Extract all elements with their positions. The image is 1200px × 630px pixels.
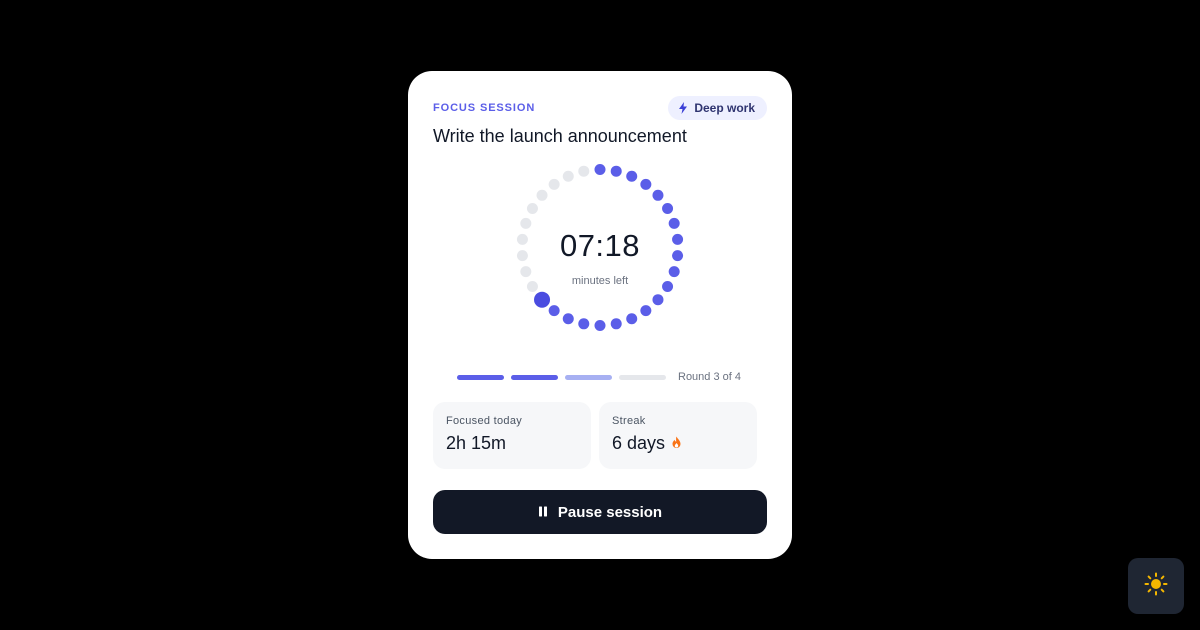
mode-chip[interactable]: Deep work: [668, 96, 767, 120]
progress-dot-remaining: [578, 318, 590, 330]
session-title: Write the launch announcement: [433, 126, 687, 146]
progress-dot-remaining: [548, 305, 560, 317]
sun-icon: [1144, 572, 1168, 601]
progress-dot-remaining: [610, 165, 622, 177]
progress-dot-elapsed: [548, 178, 560, 190]
progress-dot-remaining: [562, 313, 574, 325]
stat-value: 2h 15m: [446, 433, 507, 453]
progress-dot-remaining: [640, 305, 652, 317]
stat-streak: Streak 6 days: [599, 402, 757, 469]
stat-value: 6 days: [612, 433, 666, 453]
progress-dot-remaining: [594, 320, 606, 331]
progress-dot-remaining: [626, 170, 638, 182]
pause-session-button[interactable]: Pause session: [433, 490, 767, 534]
round-segment-pending: [619, 374, 666, 380]
focus-session-card: FOCUS SESSION Deep work Write the launch…: [408, 71, 792, 559]
progress-dot-remaining: [626, 313, 638, 325]
stat-label: Streak: [612, 415, 646, 427]
round-label: Round 3 of 4: [678, 371, 741, 383]
timer-display: 07:18: [559, 228, 641, 263]
pause-session-label: Pause session: [557, 503, 663, 521]
round-segment-current: [565, 374, 612, 380]
progress-dot-remaining: [652, 294, 664, 306]
stat-label: Focused today: [446, 415, 523, 427]
progress-dot-elapsed: [578, 165, 590, 177]
progress-dot-head: [534, 291, 551, 308]
progress-dot-remaining: [640, 178, 652, 190]
progress-dot-remaining: [662, 203, 674, 214]
progress-dot-elapsed: [536, 189, 548, 201]
progress-dot-remaining: [652, 189, 664, 201]
bolt-icon: [678, 102, 688, 114]
progress-dot-remaining: [594, 164, 606, 175]
progress-dot-elapsed: [526, 203, 538, 214]
round-segment-done: [511, 374, 558, 380]
progress-dot-elapsed: [562, 170, 574, 182]
flame-icon: [671, 433, 682, 454]
eyebrow-label: FOCUS SESSION: [433, 102, 536, 114]
round-segment-done: [457, 374, 504, 380]
timer-caption: minutes left: [571, 275, 629, 287]
theme-toggle-button[interactable]: [1128, 558, 1184, 614]
pause-icon: [538, 504, 548, 521]
round-progress: Round 3 of 4: [457, 371, 741, 383]
mode-chip-label: Deep work: [694, 101, 755, 115]
progress-dot-remaining: [610, 318, 622, 330]
stat-focused-today: Focused today 2h 15m: [433, 402, 591, 469]
